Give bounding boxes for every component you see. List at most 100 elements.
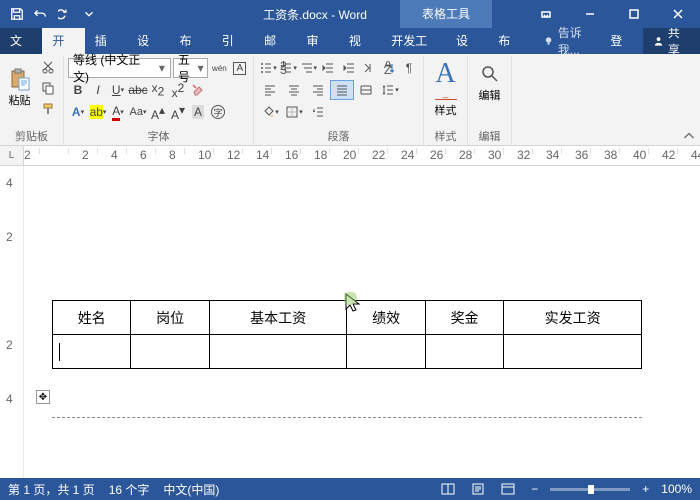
align-right-button[interactable] [306,80,330,100]
multilevel-list-button[interactable]: ▾ [298,58,318,78]
zoom-slider[interactable] [550,488,630,491]
save-button[interactable] [6,3,28,25]
font-size-combo[interactable]: 五号▾ [173,58,208,78]
clear-formatting-button[interactable] [188,80,208,100]
ruler-minor-tick: ⠇ [473,148,478,156]
zoom-thumb[interactable] [588,485,594,494]
distribute-button[interactable] [354,80,378,100]
table-header-cell[interactable]: 姓名 [53,301,131,335]
share-button[interactable]: 共享 [643,28,700,54]
redo-button[interactable] [54,3,76,25]
tab-review[interactable]: 审阅 [297,28,339,54]
phonetic-guide-button[interactable]: wén [210,58,228,78]
table-move-handle[interactable]: ✥ [36,390,50,404]
zoom-in-button[interactable]: + [638,482,653,496]
web-layout-button[interactable] [497,480,519,498]
maximize-icon [629,9,639,19]
tab-file[interactable]: 文件 [0,28,42,54]
table-row[interactable] [53,335,642,369]
line-spacing-button[interactable]: ▾ [378,80,402,100]
table-header-cell[interactable]: 绩效 [347,301,425,335]
read-mode-button[interactable] [437,480,459,498]
qat-customize-button[interactable] [78,3,100,25]
tell-me[interactable]: 告诉我... [535,28,601,54]
ruler-tick: 32 [517,148,530,162]
text-direction-button[interactable] [359,58,379,78]
bucket-icon [261,105,275,119]
print-layout-button[interactable] [467,480,489,498]
tab-table-layout[interactable]: 布局 [488,28,530,54]
table-header-cell[interactable]: 奖金 [425,301,503,335]
superscript-button[interactable]: x2 [168,80,188,100]
font-name-combo[interactable]: 等线 (中文正文)▾ [68,58,171,78]
table-cell[interactable] [504,335,642,369]
ruler-tick: 26 [430,148,443,162]
table-cell[interactable] [347,335,425,369]
tab-developer[interactable]: 开发工具 [381,28,446,54]
bold-button[interactable]: B [68,80,88,100]
decrease-indent-button[interactable] [318,58,338,78]
text-effects-button[interactable]: A▾ [68,102,88,122]
language-indicator[interactable]: 中文(中国) [163,481,219,498]
undo-button[interactable] [30,3,52,25]
maximize-button[interactable] [612,0,656,28]
change-case-button[interactable]: Aa▾ [128,102,148,122]
tab-table-design[interactable]: 设计 [446,28,488,54]
table-cell[interactable] [131,335,209,369]
tab-references[interactable]: 引用 [212,28,254,54]
char-shading-button[interactable]: A [188,102,208,122]
shrink-font-button[interactable]: A▾ [168,102,188,122]
group-styles: A _ 样式 样式 [424,56,468,145]
table-row[interactable]: 姓名 岗位 基本工资 绩效 奖金 实发工资 [53,301,642,335]
highlight-button[interactable]: ab▾ [88,102,108,122]
word-count[interactable]: 16 个字 [109,481,150,498]
zoom-out-button[interactable]: − [527,482,542,496]
enclose-char-button[interactable]: 字 [208,102,228,122]
document-canvas[interactable]: ✥ 姓名 岗位 基本工资 绩效 奖金 实发工资 [24,166,700,478]
table-cell[interactable] [53,335,131,369]
find-button[interactable]: 编辑 [479,64,501,103]
vertical-ruler[interactable]: 4224 [0,166,24,478]
ruler-minor-tick: ⠇ [589,148,594,156]
table-header-cell[interactable]: 岗位 [131,301,209,335]
table-cell[interactable] [425,335,503,369]
sort-button[interactable]: AZ [379,58,399,78]
tab-mailings[interactable]: 邮件 [254,28,296,54]
cut-button[interactable] [37,58,59,77]
bullets-button[interactable]: ▾ [258,58,278,78]
underline-button[interactable]: U▾ [108,80,128,100]
align-center-button[interactable] [282,80,306,100]
zoom-level[interactable]: 100% [661,482,692,496]
print-layout-icon [471,483,485,495]
increase-indent-button[interactable] [339,58,359,78]
subscript-button[interactable]: x2 [148,80,168,100]
table-cell[interactable] [209,335,347,369]
tab-view[interactable]: 视图 [339,28,381,54]
collapse-ribbon-button[interactable] [680,127,698,143]
table-header-cell[interactable]: 实发工资 [504,301,642,335]
grid-icon [311,105,325,119]
copy-button[interactable] [37,79,59,98]
shading-button[interactable]: ▾ [258,102,282,122]
strikethrough-button[interactable]: abc [128,80,148,100]
align-left-button[interactable] [258,80,282,100]
close-button[interactable] [656,0,700,28]
char-border-button[interactable]: A [231,58,249,78]
login-link[interactable]: 登录 [600,28,642,54]
borders-button[interactable]: ▾ [282,102,306,122]
tab-selector[interactable]: L [0,146,24,165]
salary-table[interactable]: 姓名 岗位 基本工资 绩效 奖金 实发工资 [52,300,642,369]
paste-button[interactable]: 粘贴 [4,58,35,118]
format-painter-button[interactable] [37,99,59,118]
styles-gallery-button[interactable]: A _ 样式 [435,60,457,118]
snap-to-grid-button[interactable] [306,102,330,122]
italic-button[interactable]: I [88,80,108,100]
font-color-button[interactable]: A▾ [108,102,128,122]
show-marks-button[interactable]: ¶ [399,58,419,78]
horizontal-ruler[interactable]: 2⠇⠇2⠇4⠇6⠇8⠇10⠇12⠇14⠇16⠇18⠇20⠇22⠇24⠇26⠇28… [24,146,700,165]
numbering-button[interactable]: 123▾ [278,58,298,78]
align-justify-button[interactable] [330,80,354,100]
grow-font-button[interactable]: A▴ [148,102,168,122]
table-header-cell[interactable]: 基本工资 [209,301,347,335]
page-indicator[interactable]: 第 1 页，共 1 页 [8,481,95,498]
